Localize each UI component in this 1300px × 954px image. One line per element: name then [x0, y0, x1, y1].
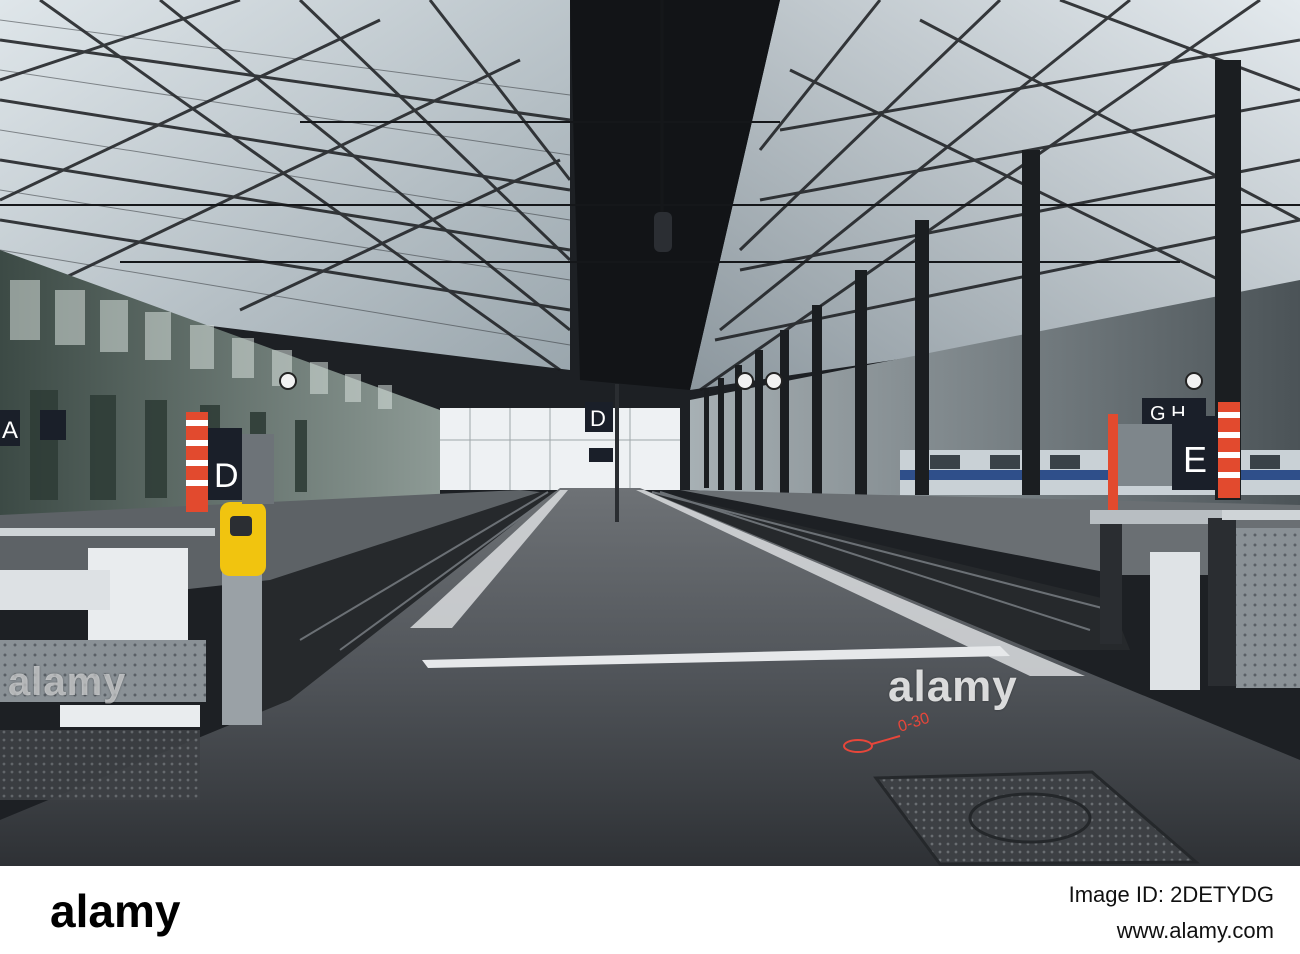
sign-letter-e: E [1183, 439, 1207, 480]
watermark-left: alamy [8, 660, 127, 704]
sign-letter-d-center: D [590, 406, 606, 431]
ticket-validator [220, 502, 266, 725]
station-scene: 0-30 D A D G H E [0, 0, 1300, 866]
site-url[interactable]: www.alamy.com [1117, 918, 1274, 944]
watermark-center: alamy [888, 662, 1018, 711]
footer-logo[interactable]: alamy [50, 884, 180, 938]
sign-letter-d-left: D [214, 457, 239, 495]
stock-footer: alamy Image ID: 2DETYDG www.alamy.com [0, 866, 1300, 954]
image-id-label: Image ID: 2DETYDG [1068, 882, 1274, 907]
hanging-lamp [654, 212, 672, 252]
stock-photo-page: 0-30 D A D G H E alamy alamy alamy Image… [0, 0, 1300, 954]
sign-letter-a: A [2, 417, 18, 444]
station-photo: 0-30 D A D G H E alamy alamy [0, 0, 1300, 866]
station-far-end [440, 408, 680, 490]
